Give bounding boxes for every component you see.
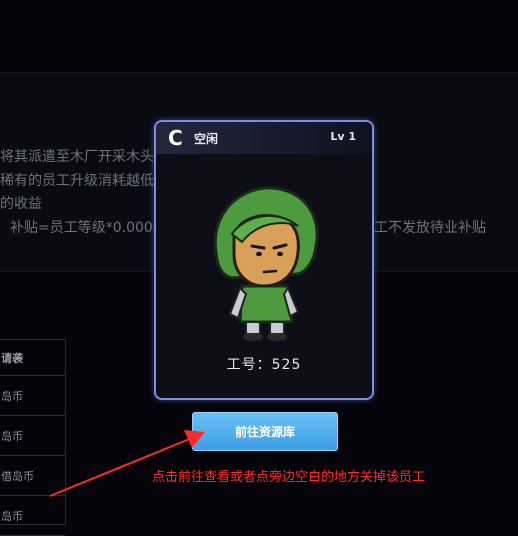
- rank-badge: C: [168, 126, 183, 150]
- table-cell: 岛币: [0, 376, 65, 416]
- card-header: C 空闲 Lv 1: [156, 122, 372, 154]
- table-cell: 岛币: [0, 416, 65, 456]
- table-header-cell: 请袭: [0, 340, 65, 376]
- employee-number: 工号：525: [226, 357, 302, 373]
- table-cell: 借岛币: [0, 456, 65, 496]
- annotation-text: 点击前往查看或者点旁边空白的地方关掉该员工: [152, 470, 426, 485]
- employee-card[interactable]: C 空闲 Lv 1 工号：525: [154, 120, 374, 400]
- table-cell: 岛币: [0, 496, 65, 536]
- level-label: Lv 1: [330, 130, 356, 143]
- background-table: 请袭 岛币 岛币 借岛币 岛币: [0, 339, 66, 536]
- background-text-line: 的收益: [0, 196, 42, 212]
- background-text-line: 稀有的员工升级消耗越低;: [0, 173, 159, 189]
- go-to-resource-library-button[interactable]: 前往资源库: [192, 412, 338, 451]
- employee-avatar: [213, 186, 319, 341]
- status-label: 空闲: [194, 132, 219, 146]
